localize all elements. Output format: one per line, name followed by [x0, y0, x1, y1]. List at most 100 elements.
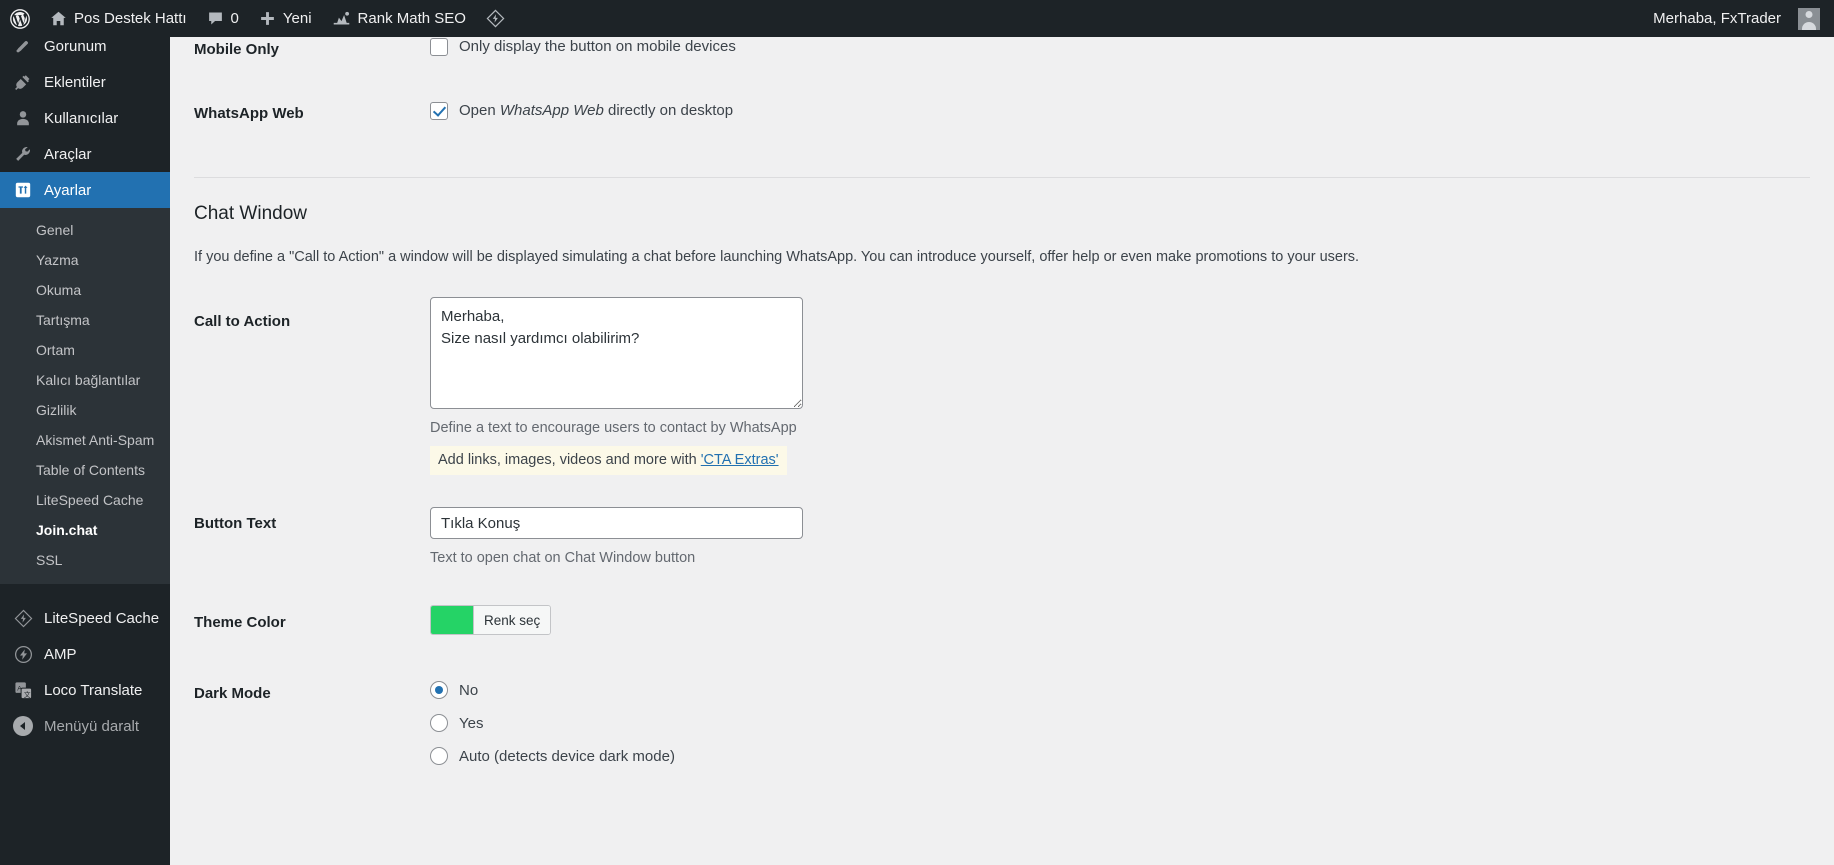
call-to-action-field: Define a text to encourage users to cont… [430, 297, 1810, 476]
mobile-only-label: Mobile Only [194, 41, 280, 58]
sidebar-item-label: AMP [44, 645, 77, 663]
call-to-action-textarea[interactable] [430, 297, 803, 410]
field-row-call-to-action: Call to Action Define a text to encourag… [194, 297, 1810, 476]
sidebar-item-users[interactable]: Kullanıcılar [0, 100, 170, 136]
whatsapp-web-checkbox[interactable] [430, 102, 448, 120]
wp-logo-menu-item[interactable] [0, 0, 40, 37]
sidebar-item-settings[interactable]: Ayarlar [0, 172, 170, 208]
cta-extras-notice-text: Add links, images, videos and more with [438, 451, 701, 468]
rank-math-icon [332, 10, 351, 27]
dark-mode-option-label: Yes [459, 714, 484, 732]
plus-icon [259, 10, 276, 27]
theme-color-picker[interactable]: Renk seç [430, 605, 552, 636]
rank-math-label: Rank Math SEO [357, 10, 466, 27]
new-content-menu-item[interactable]: Yeni [249, 0, 322, 37]
sidebar-item-label: LiteSpeed Cache [44, 609, 160, 627]
sidebar-item-litespeed-cache[interactable]: LiteSpeed Cache [0, 600, 170, 636]
sidebar-item-label: Loco Translate [44, 681, 143, 699]
home-icon [50, 10, 67, 27]
appearance-icon [13, 36, 33, 56]
dark-mode-radio-yes[interactable] [430, 714, 448, 733]
settings-submenu: Genel Yazma Okuma Tartışma Ortam Kalıcı … [0, 208, 170, 584]
submenu-item-genel[interactable]: Genel [0, 215, 170, 245]
whatsapp-web-checkbox-row[interactable]: Open WhatsApp Web directly on desktop [430, 101, 1810, 120]
dark-mode-option-label: Auto (detects device dark mode) [459, 747, 675, 765]
section-divider [194, 177, 1810, 178]
litespeed-menu-item[interactable] [476, 0, 515, 37]
dark-mode-option-yes[interactable]: Yes [430, 714, 1810, 733]
sidebar-item-label: Gorunum [44, 37, 107, 55]
theme-color-swatch[interactable] [431, 606, 473, 635]
submenu-item-akismet-anti-spam[interactable]: Akismet Anti-Spam [0, 425, 170, 455]
submenu-item-gizlilik[interactable]: Gizlilik [0, 395, 170, 425]
avatar [1798, 7, 1820, 30]
litespeed-diamond-icon [486, 9, 505, 28]
submenu-item-ssl[interactable]: SSL [0, 545, 170, 575]
cb-text-emphasis: WhatsApp Web [499, 102, 604, 119]
admin-bar: Pos Destek Hattı 0 Yeni Rank Math SEO Me… [0, 0, 1834, 37]
cta-extras-notice: Add links, images, videos and more with … [430, 445, 787, 476]
rank-math-menu-item[interactable]: Rank Math SEO [322, 0, 476, 37]
sidebar-item-plugins[interactable]: Eklentiler [0, 64, 170, 100]
collapse-menu-button[interactable]: Menüyü daralt [0, 708, 170, 744]
my-account-menu-item[interactable]: Merhaba, FxTrader [1643, 0, 1820, 37]
comment-bubble-icon [207, 10, 224, 27]
mobile-only-field: Only display the button on mobile device… [430, 37, 1810, 56]
dark-mode-field: No Yes Auto (detects device dark mode) [430, 681, 1810, 766]
chat-window-section-title: Chat Window [194, 203, 307, 224]
wordpress-logo-icon [10, 8, 30, 29]
field-row-mobile-only: Mobile Only Only display the button on m… [194, 37, 1810, 101]
cta-extras-link[interactable]: 'CTA Extras' [701, 452, 779, 468]
dark-mode-option-label: No [459, 681, 479, 699]
whatsapp-web-field: Open WhatsApp Web directly on desktop [430, 101, 1810, 120]
new-content-label: Yeni [282, 10, 312, 27]
comments-count: 0 [230, 10, 239, 27]
dark-mode-label: Dark Mode [194, 685, 271, 703]
submenu-item-join-chat[interactable]: Join.chat [0, 515, 170, 545]
site-name-menu-item[interactable]: Pos Destek Hattı [40, 0, 197, 37]
submenu-item-kalici-baglantilar[interactable]: Kalıcı bağlantılar [0, 365, 170, 395]
howdy-label: Merhaba, FxTrader [1653, 10, 1781, 27]
chevron-left-icon [13, 716, 33, 736]
field-row-whatsapp-web: WhatsApp Web Open WhatsApp Web directly … [194, 101, 1810, 169]
dark-mode-option-no[interactable]: No [430, 681, 1810, 700]
theme-color-label: Theme Color [194, 614, 286, 632]
collapse-menu-label: Menüyü daralt [44, 717, 140, 735]
cb-text-pre: Open [459, 102, 500, 119]
dark-mode-radio-auto[interactable] [430, 747, 448, 766]
submenu-item-yazma[interactable]: Yazma [0, 245, 170, 275]
call-to-action-label: Call to Action [194, 313, 291, 331]
sidebar-item-label: Araçlar [44, 145, 92, 163]
sidebar-item-label: Ayarlar [44, 181, 92, 199]
call-to-action-help-text: Define a text to encourage users to cont… [430, 420, 797, 437]
svg-text:文: 文 [23, 689, 30, 698]
mobile-only-checkbox-label: Only display the button on mobile device… [459, 38, 736, 55]
theme-color-select-button[interactable]: Renk seç [473, 606, 551, 635]
dark-mode-option-auto[interactable]: Auto (detects device dark mode) [430, 747, 1810, 766]
site-name-label: Pos Destek Hattı [74, 10, 187, 27]
chat-window-section-description: If you define a "Call to Action" a windo… [194, 248, 1360, 265]
field-row-dark-mode: Dark Mode No Yes Auto (detects device da… [194, 681, 1810, 766]
button-text-label: Button Text [194, 515, 277, 533]
submenu-item-litespeed-cache[interactable]: LiteSpeed Cache [0, 485, 170, 515]
amp-icon [13, 644, 33, 664]
button-text-help-text: Text to open chat on Chat Window button [430, 550, 696, 567]
mobile-only-checkbox[interactable] [430, 38, 448, 56]
cb-text-post: directly on desktop [603, 102, 734, 119]
settings-form: Mobile Only Only display the button on m… [170, 37, 1834, 766]
sidebar-item-tools[interactable]: Araçlar [0, 136, 170, 172]
admin-bar-right: Merhaba, FxTrader [1643, 0, 1834, 37]
litespeed-icon [13, 608, 33, 628]
sidebar-item-amp[interactable]: AMP [0, 636, 170, 672]
submenu-item-ortam[interactable]: Ortam [0, 335, 170, 365]
sidebar-item-loco-translate[interactable]: A文 Loco Translate [0, 672, 170, 708]
submenu-item-table-of-contents[interactable]: Table of Contents [0, 455, 170, 485]
button-text-input[interactable] [430, 507, 803, 540]
comments-menu-item[interactable]: 0 [197, 0, 249, 37]
dark-mode-radio-no[interactable] [430, 681, 448, 700]
submenu-item-okuma[interactable]: Okuma [0, 275, 170, 305]
mobile-only-checkbox-row[interactable]: Only display the button on mobile device… [430, 37, 1810, 56]
settings-icon [13, 180, 33, 200]
submenu-item-tartisma[interactable]: Tartışma [0, 305, 170, 335]
sidebar-item-label: Eklentiler [44, 73, 106, 91]
